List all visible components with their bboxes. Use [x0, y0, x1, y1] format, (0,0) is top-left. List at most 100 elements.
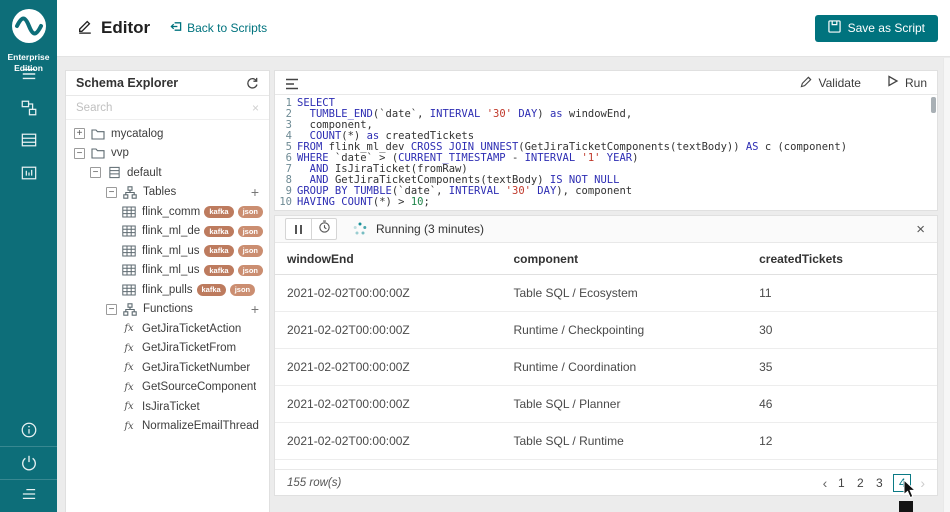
- tree-item-label: Tables: [143, 186, 177, 199]
- table-cell: Runtime / Checkpointing: [513, 323, 645, 337]
- code-gutter: 1 2 3 4 5 6 7 8 9 10: [275, 98, 297, 209]
- collapse-icon[interactable]: −: [106, 186, 117, 198]
- tree-item-NormalizeEmailThread[interactable]: fx NormalizeEmailThread: [66, 417, 269, 437]
- table-row[interactable]: 2021-02-02T00:00:00Z Runtime / Coordinati…: [275, 349, 937, 386]
- fx-icon: fx: [124, 362, 134, 374]
- tree-item-default[interactable]: − default: [66, 163, 269, 183]
- tree-item-GetJiraTicketFrom[interactable]: fx GetJiraTicketFrom: [66, 339, 269, 359]
- tree-item-GetJiraTicketAction[interactable]: fx GetJiraTicketAction: [66, 319, 269, 339]
- add-icon[interactable]: +: [247, 302, 263, 316]
- results-header-row: windowEnd component createdTickets: [275, 243, 937, 275]
- table-cell: 12: [759, 434, 773, 448]
- page-1[interactable]: 1: [836, 476, 846, 490]
- tree-item-vvp[interactable]: − vvp: [66, 144, 269, 164]
- tree-item-label: GetJiraTicketAction: [142, 322, 242, 335]
- add-icon[interactable]: +: [247, 185, 263, 199]
- save-icon: [827, 20, 841, 36]
- tree-item-label: IsJiraTicket: [142, 400, 200, 413]
- table-icon: [122, 244, 136, 258]
- sidebar-divider: [0, 479, 57, 480]
- tree-item-flink_ml_user_zh[interactable]: flink_ml_user_zh kafkajson: [66, 261, 269, 281]
- table-row[interactable]: 2021-02-02T00:00:00Z Table SQL / Runtime 1…: [275, 423, 937, 460]
- json-badge: json: [237, 264, 263, 276]
- results-empty-space: [275, 460, 937, 469]
- validate-button[interactable]: Validate: [800, 75, 861, 91]
- page-title: Editor: [101, 18, 151, 37]
- code-line[interactable]: TUMBLE_END(`date`, INTERVAL '30' DAY) as…: [297, 109, 847, 120]
- page-3[interactable]: 3: [874, 476, 884, 490]
- table-icon: [122, 263, 136, 277]
- power-icon[interactable]: [20, 454, 38, 472]
- tree-item-Functions[interactable]: − Functions +: [66, 300, 269, 320]
- timer-button[interactable]: [311, 219, 336, 239]
- validate-pen-icon: [800, 75, 813, 91]
- tree-item-label: flink_pulls: [142, 283, 193, 296]
- close-results-icon[interactable]: ×: [914, 222, 927, 237]
- top-header: Editor Back to Scripts Save as Script: [57, 0, 950, 57]
- search-input[interactable]: [76, 101, 252, 114]
- tree-item-Tables[interactable]: − Tables +: [66, 183, 269, 203]
- sidebar-nav: [0, 66, 57, 198]
- json-badge: json: [237, 206, 263, 218]
- tree-item-mycatalog[interactable]: + mycatalog: [66, 124, 269, 144]
- tree-item-label: GetSourceComponent: [142, 381, 257, 394]
- kafka-badge: kafka: [204, 225, 234, 237]
- deployments-icon[interactable]: [20, 99, 38, 117]
- tree-item-IsJiraTicket[interactable]: fx IsJiraTicket: [66, 397, 269, 417]
- clear-search-icon[interactable]: ×: [252, 101, 259, 115]
- table-icon: [122, 224, 136, 238]
- tree-item-GetJiraTicketNumber[interactable]: fx GetJiraTicketNumber: [66, 358, 269, 378]
- fx-icon: fx: [124, 420, 134, 432]
- collapse-icon[interactable]: −: [90, 167, 101, 179]
- code-line[interactable]: HAVING COUNT(*) > 10;: [297, 197, 847, 208]
- row-count: 155 row(s): [287, 476, 342, 489]
- tree-item-flink_ml_dev[interactable]: flink_ml_dev kafka json: [66, 222, 269, 242]
- tree-item-GetSourceComponent[interactable]: fx GetSourceComponent: [66, 378, 269, 398]
- page-scrollbar[interactable]: [943, 58, 950, 512]
- column-header-windowend[interactable]: windowEnd: [287, 252, 513, 266]
- pause-button[interactable]: [286, 219, 311, 239]
- table-row[interactable]: 2021-02-02T00:00:00Z Table SQL / Ecosyste…: [275, 275, 937, 312]
- menu-icon[interactable]: [20, 66, 38, 84]
- tree-item-label: default: [127, 166, 162, 179]
- prev-page-icon[interactable]: ‹: [823, 476, 828, 490]
- tree-item-flink_pulls[interactable]: flink_pulls kafka json: [66, 280, 269, 300]
- table-list-icon[interactable]: [20, 132, 38, 150]
- column-header-createdtickets[interactable]: createdTickets: [759, 252, 925, 266]
- table-row[interactable]: 2021-02-02T00:00:00Z Table SQL / Planner 4…: [275, 386, 937, 423]
- tree-item-label: Functions: [143, 303, 193, 316]
- stopwatch-icon: [318, 220, 331, 238]
- code-editor[interactable]: 1 2 3 4 5 6 7 8 9 10 SELECT TUMBLE_END(`date`, IN…: [275, 95, 937, 209]
- sidebar-divider: [0, 446, 57, 447]
- run-button[interactable]: Run: [887, 75, 927, 90]
- save-as-script-button[interactable]: Save as Script: [814, 14, 938, 42]
- list-indent-icon[interactable]: [20, 487, 38, 505]
- json-badge: json: [229, 284, 256, 296]
- page-4-current[interactable]: 4: [893, 473, 912, 492]
- page-2[interactable]: 2: [855, 476, 865, 490]
- table-cell: 2021-02-02T00:00:00Z: [287, 286, 410, 300]
- schema-explorer-panel: Schema Explorer × +mycatalog−vvp−default…: [65, 70, 270, 512]
- format-lines-icon[interactable]: [285, 77, 299, 89]
- table-cell: 30: [759, 323, 773, 337]
- next-page-icon[interactable]: ›: [920, 476, 925, 490]
- code-scrollbar[interactable]: [931, 97, 936, 113]
- schema-explorer-title: Schema Explorer: [76, 76, 179, 90]
- column-header-component[interactable]: component: [513, 252, 759, 266]
- collapse-icon[interactable]: −: [106, 303, 117, 315]
- folder-icon: [91, 146, 105, 160]
- table-cell: 46: [759, 397, 773, 411]
- info-icon[interactable]: [20, 421, 38, 439]
- table-cell: 2021-02-02T00:00:00Z: [287, 397, 410, 411]
- table-cell: Runtime / Coordination: [513, 360, 637, 374]
- expand-icon[interactable]: +: [74, 128, 85, 140]
- collapse-icon[interactable]: −: [74, 147, 85, 159]
- refresh-icon[interactable]: [246, 77, 259, 90]
- back-to-scripts-link[interactable]: Back to Scripts: [170, 21, 267, 35]
- table-row[interactable]: 2021-02-02T00:00:00Z Runtime / Checkpoint…: [275, 312, 937, 349]
- tree-item-flink_ml_user[interactable]: flink_ml_user kafkajson: [66, 241, 269, 261]
- pagination: ‹ 1 2 3 4 ›: [823, 473, 925, 492]
- tree-item-flink_commits[interactable]: flink_commitskafkajson: [66, 202, 269, 222]
- dashboard-icon[interactable]: [20, 165, 38, 183]
- table-cell: 35: [759, 360, 773, 374]
